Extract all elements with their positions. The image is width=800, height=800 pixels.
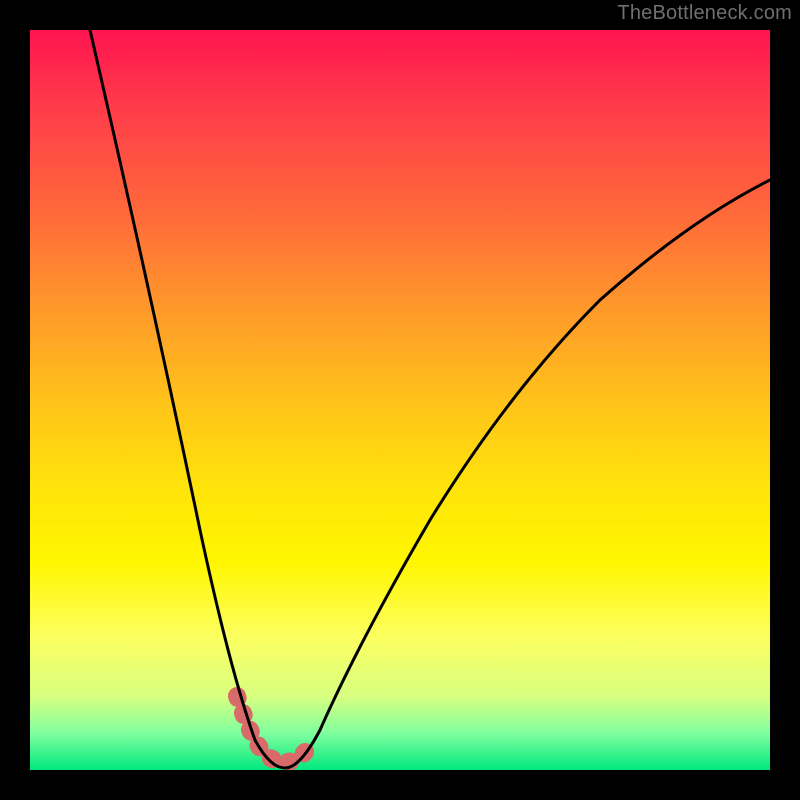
chart-frame: TheBottleneck.com xyxy=(0,0,800,800)
plot-area xyxy=(30,30,770,770)
bottleneck-curve-highlight xyxy=(237,696,311,762)
watermark-text: TheBottleneck.com xyxy=(617,2,792,25)
bottleneck-curve-left xyxy=(90,30,285,768)
bottleneck-curve-right xyxy=(285,180,770,768)
curve-svg xyxy=(30,30,770,770)
